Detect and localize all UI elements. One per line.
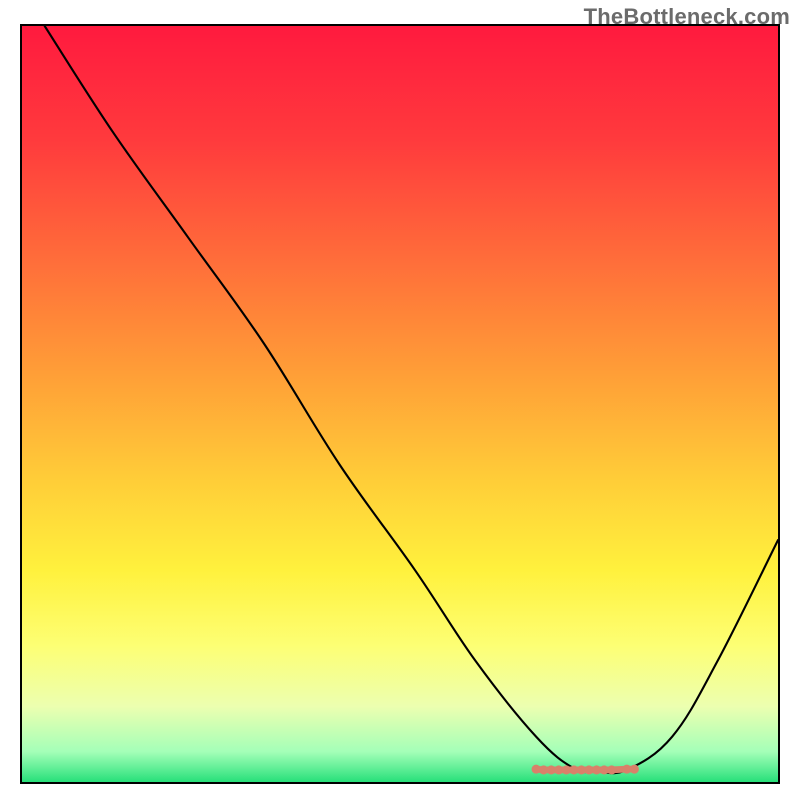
marker-layer (22, 26, 778, 782)
chart-frame (20, 24, 780, 784)
watermark-text: TheBottleneck.com (584, 4, 790, 30)
marker-dot (630, 765, 639, 774)
marker-dot (607, 765, 616, 774)
selected-range-markers (532, 765, 639, 775)
